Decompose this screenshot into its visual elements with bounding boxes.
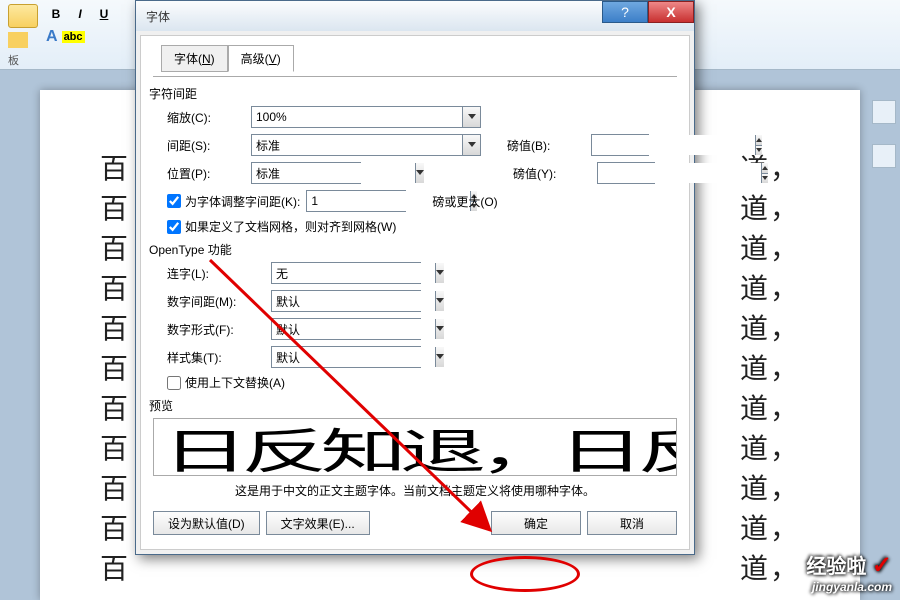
scale-label: 缩放(C): [167,109,245,126]
position-combo[interactable] [251,162,361,184]
spacing-combo[interactable] [251,134,481,156]
scale-input[interactable] [252,107,462,127]
chevron-down-icon[interactable] [435,319,444,339]
snap-grid-check-input[interactable] [167,220,181,234]
numform-label: 数字形式(F): [167,321,265,338]
side-icon-2[interactable] [872,144,896,168]
watermark: 经验啦 ✓ jingyanla.com [806,550,892,594]
chevron-down-icon[interactable] [462,107,480,127]
side-panel-icons [872,100,896,168]
chevron-down-icon[interactable] [435,291,444,311]
section-opentype: OpenType 功能 [149,241,677,258]
italic-button[interactable]: I [70,4,90,24]
side-icon-1[interactable] [872,100,896,124]
dialog-titlebar[interactable]: 字体 ? X [136,1,694,31]
spacing-input[interactable] [252,135,462,155]
section-preview: 预览 [149,397,677,414]
preview-description: 这是用于中文的正文主题字体。当前文档主题定义将使用哪种字体。 [153,482,677,499]
numspace-combo[interactable] [271,290,421,312]
pt-y-input[interactable] [598,163,761,183]
ok-button[interactable]: 确定 [491,511,581,535]
text-effects-button[interactable]: 文字效果(E)... [266,511,370,535]
highlight-icon[interactable]: abc [62,31,85,43]
position-input[interactable] [252,163,415,183]
format-painter-icon[interactable] [8,32,28,48]
chevron-down-icon[interactable] [435,263,444,283]
ligature-label: 连字(L): [167,265,265,282]
pt-b-spinner[interactable] [591,134,649,156]
kerning-check-input[interactable] [167,194,181,208]
spin-up-icon[interactable] [756,135,762,146]
styleset-input[interactable] [272,347,435,367]
kerning-checkbox[interactable]: 为字体调整字间距(K): [167,193,300,210]
dialog-footer: 设为默认值(D) 文字效果(E)... 确定 取消 [153,507,677,537]
scale-combo[interactable] [251,106,481,128]
set-default-button[interactable]: 设为默认值(D) [153,511,260,535]
spacing-label: 间距(S): [167,137,245,154]
chevron-down-icon[interactable] [435,347,444,367]
chevron-down-icon[interactable] [415,163,424,183]
context-checkbox[interactable]: 使用上下文替换(A) [167,374,285,391]
numspace-input[interactable] [272,291,435,311]
dialog-tabs: 字体(N) 高级(V) [161,44,677,71]
kerning-spinner[interactable] [306,190,406,212]
panel-label: 板 [8,52,38,68]
styleset-combo[interactable] [271,346,421,368]
pt-y-label: 磅值(Y): [513,165,591,182]
chevron-down-icon[interactable] [462,135,480,155]
tab-advanced[interactable]: 高级(V) [228,45,294,72]
pt-b-label: 磅值(B): [507,137,585,154]
context-check-input[interactable] [167,376,181,390]
position-label: 位置(P): [167,165,245,182]
section-char-spacing: 字符间距 [149,85,677,102]
pt-y-spinner[interactable] [597,162,655,184]
help-button[interactable]: ? [602,1,648,23]
snap-grid-checkbox[interactable]: 如果定义了文档网格，则对齐到网格(W) [167,218,396,235]
ligature-input[interactable] [272,263,435,283]
preview-text: 日反知退，日反 [162,418,677,476]
close-button[interactable]: X [648,1,694,23]
font-dialog: 字体 ? X 字体(N) 高级(V) 字符间距 缩放(C): 间距(S): [135,0,695,555]
tab-font[interactable]: 字体(N) [161,45,228,72]
clipboard-icon[interactable] [8,4,38,28]
spin-up-icon[interactable] [762,163,768,174]
pt-b-input[interactable] [592,135,755,155]
spin-down-icon[interactable] [762,174,768,184]
bold-button[interactable]: B [46,4,66,24]
numform-combo[interactable] [271,318,421,340]
numform-input[interactable] [272,319,435,339]
spin-down-icon[interactable] [756,146,762,156]
preview-box: 日反知退，日反 [153,418,677,476]
dialog-title: 字体 [146,8,170,25]
cancel-button[interactable]: 取消 [587,511,677,535]
ligature-combo[interactable] [271,262,421,284]
kerning-unit-label: 磅或更大(O) [432,193,497,210]
underline-button[interactable]: U [94,4,114,24]
styleset-label: 样式集(T): [167,349,265,366]
text-effects-icon[interactable]: A [46,28,58,46]
numspace-label: 数字间距(M): [167,293,265,310]
